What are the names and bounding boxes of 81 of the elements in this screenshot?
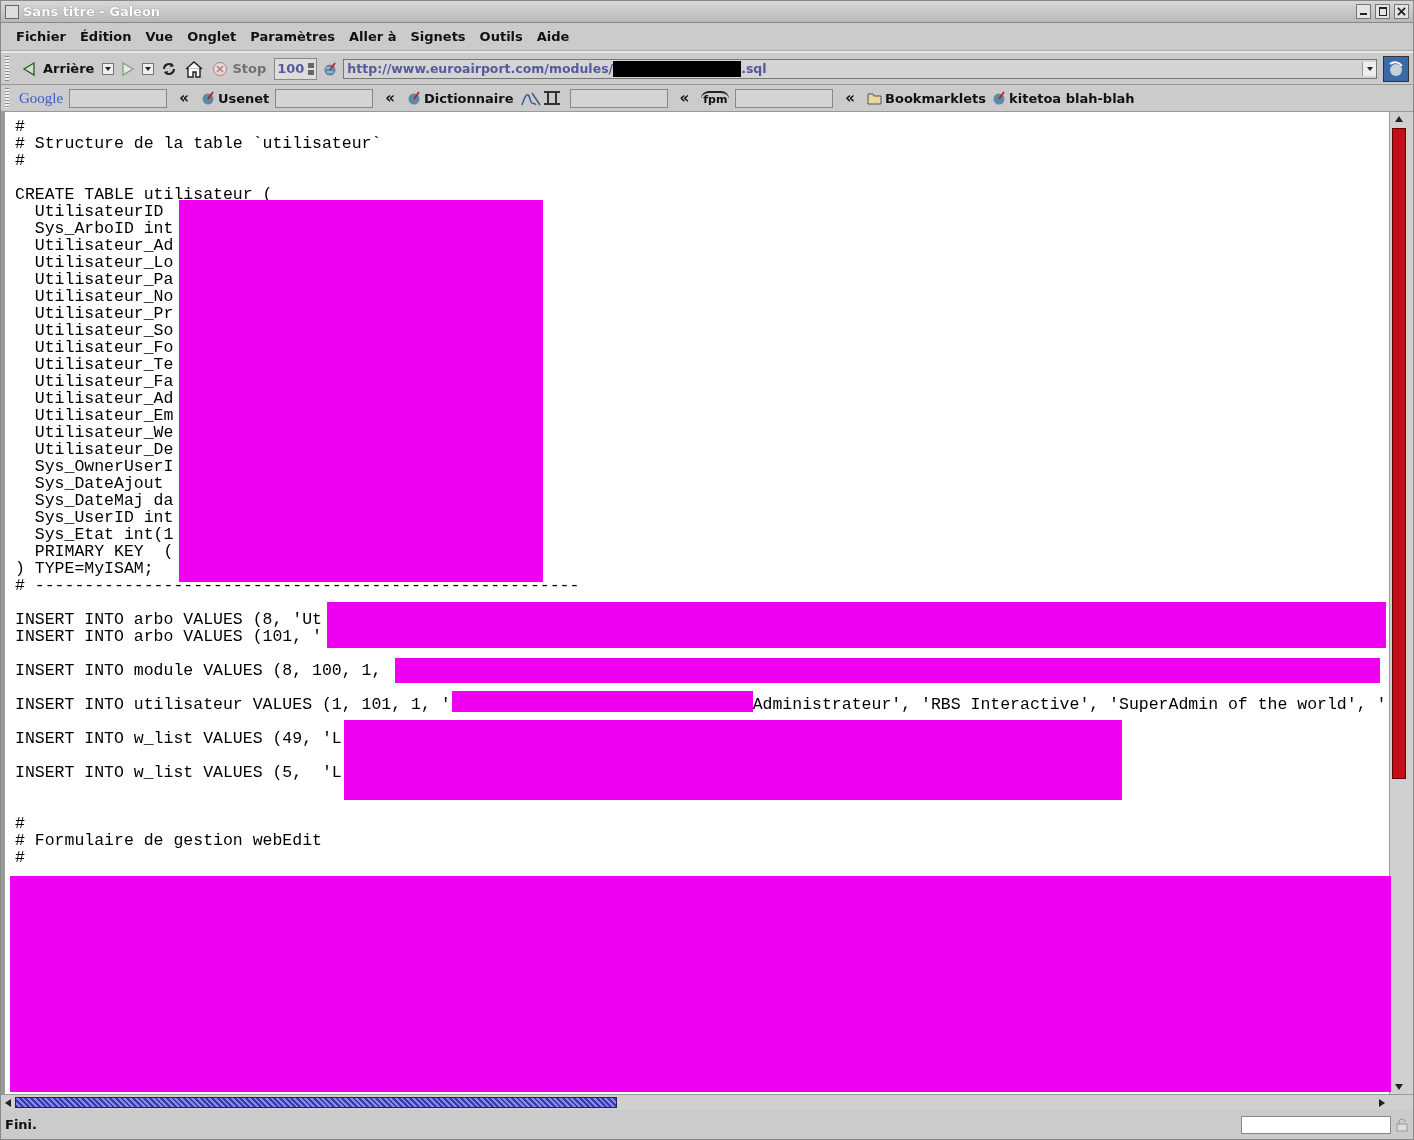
code-line: # bbox=[15, 815, 25, 832]
search-engine-logo[interactable]: fpm bbox=[701, 90, 730, 106]
search-field[interactable] bbox=[275, 88, 374, 108]
code-line: # Formulaire de gestion webEdit bbox=[15, 832, 322, 849]
code-line: Utilisateur_Pa bbox=[33, 271, 174, 288]
window-menu-icon[interactable] bbox=[5, 4, 19, 19]
menu-item[interactable]: Édition bbox=[73, 29, 139, 44]
code-line: Utilisateur_De bbox=[33, 441, 174, 458]
scrollbar-thumb[interactable] bbox=[15, 1097, 617, 1108]
vertical-scrollbar[interactable] bbox=[1389, 112, 1413, 1094]
code-line: Utilisateur_Ad bbox=[33, 237, 174, 254]
search-engine-logo[interactable]: Google bbox=[19, 89, 64, 107]
code-line: Utilisateur_Pr bbox=[33, 305, 174, 322]
bookmark-search-link[interactable]: Dictionnaire bbox=[407, 90, 514, 106]
globe-icon bbox=[200, 91, 215, 105]
code-line: Utilisateur_Te bbox=[33, 356, 174, 373]
search-field[interactable] bbox=[569, 88, 668, 108]
url-field[interactable]: http://www.euroairport.com/modules/ .sql bbox=[343, 58, 1377, 79]
code-line: Utilisateur_Fa bbox=[33, 373, 174, 390]
code-line: Utilisateur_So bbox=[33, 322, 174, 339]
status-text: Fini. bbox=[5, 1117, 38, 1132]
window-title: Sans titre - Galeon bbox=[23, 4, 161, 19]
security-icon bbox=[1395, 1117, 1409, 1132]
home-icon[interactable] bbox=[184, 59, 205, 78]
horizontal-scrollbar[interactable] bbox=[1, 1094, 1413, 1110]
code-line: UtilisateurID bbox=[33, 203, 164, 220]
code-line: Sys_Etat int(1 bbox=[33, 526, 174, 543]
code-line: ) TYPE=MyISAM; bbox=[15, 560, 154, 577]
code-line: Administrateur', 'RBS Interactive', 'SuperAdmin of the world', ' bbox=[752, 696, 1387, 713]
scrollbar-thumb[interactable] bbox=[1392, 128, 1406, 779]
bookmark-folder[interactable]: Bookmarklets bbox=[867, 90, 987, 106]
menu-item[interactable]: Paramètres bbox=[243, 29, 342, 44]
code-line: # bbox=[15, 849, 25, 866]
menu-item[interactable]: Aide bbox=[529, 29, 577, 44]
close-button[interactable] bbox=[1394, 4, 1409, 19]
code-line: Sys_UserID int bbox=[33, 509, 174, 526]
code-line: Utilisateur_We bbox=[33, 424, 174, 441]
code-line: Sys_DateAjout bbox=[33, 475, 164, 492]
menu-item[interactable]: Aller à bbox=[341, 29, 404, 44]
zoom-spinbox[interactable]: 100 bbox=[274, 57, 318, 80]
menu-item[interactable]: Onglet bbox=[180, 29, 244, 44]
menu-item[interactable]: Signets bbox=[403, 29, 473, 44]
bookmark-link[interactable]: kitetoa blah-blah bbox=[992, 90, 1135, 106]
back-button[interactable]: Arrière bbox=[19, 60, 97, 77]
code-line: INSERT INTO utilisateur VALUES (1, 101, 1, ' bbox=[15, 696, 451, 713]
search-field[interactable] bbox=[735, 88, 834, 108]
chevron-button[interactable]: « bbox=[839, 89, 862, 107]
code-line: Utilisateur_Ad bbox=[33, 390, 174, 407]
chevron-button[interactable]: « bbox=[173, 89, 195, 107]
back-arrow-icon bbox=[21, 60, 37, 77]
code-line: Utilisateur_Lo bbox=[33, 254, 174, 271]
code-line: INSERT INTO arbo VALUES (101, ' bbox=[15, 628, 322, 645]
globe-icon bbox=[992, 91, 1007, 105]
globe-icon bbox=[407, 91, 421, 105]
search-field[interactable] bbox=[69, 88, 168, 108]
code-line: INSERT INTO arbo VALUES (8, 'Ut bbox=[15, 611, 322, 628]
code-line: Sys_DateMaj da bbox=[33, 492, 174, 509]
code-line: Utilisateur_No bbox=[33, 288, 174, 305]
code-line: Utilisateur_Fo bbox=[33, 339, 174, 356]
menu-item[interactable]: Outils bbox=[472, 29, 530, 44]
code-line: INSERT INTO module VALUES (8, 100, 1, bbox=[15, 662, 382, 679]
code-line: INSERT INTO w_list VALUES (5, 'L bbox=[15, 764, 342, 781]
code-line: # bbox=[15, 118, 25, 135]
code-line: # bbox=[15, 152, 25, 169]
menu-item[interactable]: Fichier bbox=[9, 29, 73, 44]
folder-icon bbox=[867, 91, 883, 105]
minimize-button[interactable] bbox=[1356, 4, 1371, 19]
menu-item[interactable]: Vue bbox=[138, 29, 181, 44]
stop-icon bbox=[212, 60, 229, 77]
code-line: PRIMARY KEY ( bbox=[33, 543, 174, 560]
code-line: Utilisateur_Em bbox=[33, 407, 174, 424]
globe-icon[interactable] bbox=[323, 61, 338, 76]
chevron-button[interactable]: « bbox=[673, 89, 696, 107]
code-line: # ------------------------------------------------------- bbox=[15, 577, 580, 594]
code-line: Sys_OwnerUserI bbox=[33, 458, 174, 475]
code-line: # Structure de la table `utilisateur` bbox=[15, 135, 382, 152]
code-line: INSERT INTO w_list VALUES (49, 'L bbox=[15, 730, 342, 747]
maximize-button[interactable] bbox=[1375, 4, 1390, 19]
code-line: Sys_ArboID int bbox=[33, 220, 174, 237]
bookmark-search-link[interactable]: Usenet bbox=[200, 90, 270, 106]
chevron-button[interactable]: « bbox=[379, 89, 401, 107]
